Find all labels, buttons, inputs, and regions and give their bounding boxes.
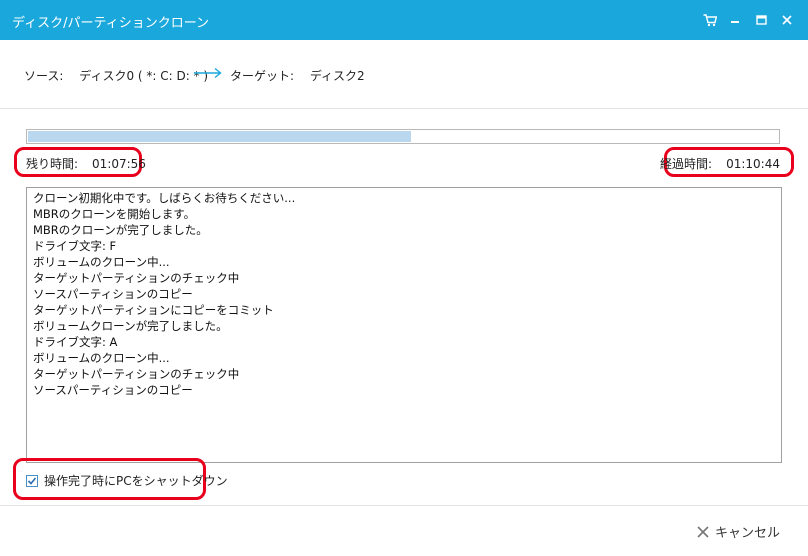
log-line: ターゲットパーティションのチェック中 xyxy=(33,367,240,381)
cancel-label: キャンセル xyxy=(714,526,780,541)
check-icon xyxy=(27,476,37,485)
log-line: ターゲットパーティションにコピーをコミット xyxy=(33,303,274,317)
source-value: ディスク0 ( *: C: D: * ) xyxy=(79,69,209,83)
window-title: ディスク/パーティションクローン xyxy=(12,16,210,31)
log-box[interactable]: クローン初期化中です。しばらくお待ちください... MBRのクローンを開始します。… xyxy=(26,187,782,463)
cart-icon[interactable] xyxy=(700,10,720,30)
time-left-value: 01:07:56 xyxy=(92,157,146,171)
progress-bar xyxy=(26,129,780,144)
minimize-icon[interactable] xyxy=(725,10,745,30)
log-line: ボリュームのクローン中... xyxy=(33,351,170,365)
shutdown-checkbox[interactable] xyxy=(26,474,38,487)
time-left: 残り時間: 01:07:56 xyxy=(26,155,146,172)
log-line: ソースパーティションのコピー xyxy=(33,287,193,301)
maximize-icon[interactable] xyxy=(751,10,771,30)
log-line: クローン初期化中です。しばらくお待ちください... xyxy=(33,191,296,205)
footer: キャンセル xyxy=(0,505,808,556)
target-info: ターゲット: ディスク2 xyxy=(230,67,365,84)
log-line: ドライブ文字: A xyxy=(33,335,118,349)
target-label: ターゲット: xyxy=(230,69,295,83)
target-value: ディスク2 xyxy=(309,69,365,83)
close-icon[interactable] xyxy=(777,10,797,30)
source-target-bar: ソース: ディスク0 ( *: C: D: * ) ターゲット: ディスク2 xyxy=(0,40,808,109)
elapsed-time-value: 01:10:44 xyxy=(726,157,780,171)
log-line: ターゲットパーティションのチェック中 xyxy=(33,271,240,285)
title-bar: ディスク/パーティションクローン xyxy=(0,0,808,40)
source-info: ソース: ディスク0 ( *: C: D: * ) xyxy=(24,67,208,84)
shutdown-option[interactable]: 操作完了時にPCをシャットダウン xyxy=(26,472,228,489)
source-label: ソース: xyxy=(24,69,64,83)
time-left-label: 残り時間: xyxy=(26,157,79,171)
log-line: ボリュームクローンが完了しました。 xyxy=(33,319,228,333)
log-line: ボリュームのクローン中... xyxy=(33,255,170,269)
shutdown-label: 操作完了時にPCをシャットダウン xyxy=(44,474,228,488)
x-icon xyxy=(697,525,709,538)
cancel-button[interactable]: キャンセル xyxy=(697,522,780,541)
elapsed-time-label: 経過時間: xyxy=(660,157,713,171)
log-line: ドライブ文字: F xyxy=(33,239,117,253)
elapsed-time: 経過時間: 01:10:44 xyxy=(660,155,780,172)
arrow-right-icon xyxy=(193,67,223,82)
log-line: MBRのクローンが完了しました。 xyxy=(33,223,208,237)
progress-fill xyxy=(28,131,411,142)
log-line: MBRのクローンを開始します。 xyxy=(33,207,196,221)
log-line: ソースパーティションのコピー xyxy=(33,383,193,397)
